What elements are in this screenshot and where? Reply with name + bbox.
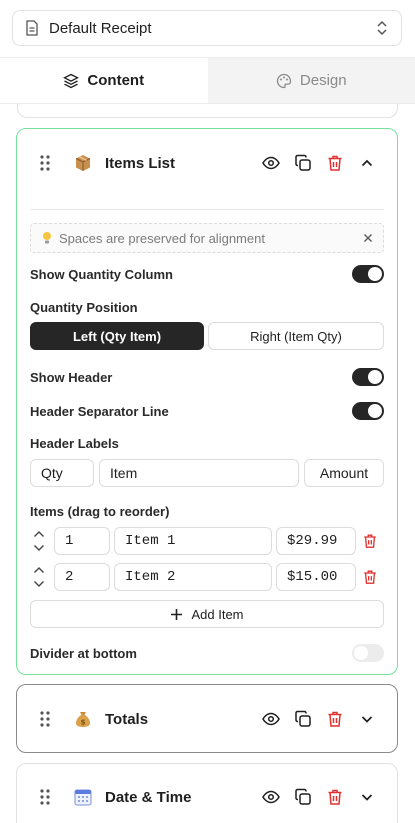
- item-price-input[interactable]: $15.00: [276, 563, 356, 591]
- reorder-arrows: [30, 563, 50, 591]
- receipt-template-select[interactable]: Default Receipt: [12, 10, 402, 46]
- receipt-template-value: Default Receipt: [49, 19, 152, 37]
- header-divider: [30, 209, 384, 210]
- show-header-label: Show Header: [30, 370, 113, 385]
- tab-content[interactable]: Content: [0, 58, 208, 103]
- visibility-button[interactable]: [255, 781, 287, 813]
- move-down-icon[interactable]: [33, 580, 45, 588]
- items-list-header[interactable]: Items List: [17, 129, 397, 197]
- editor-tabs: Content Design: [0, 57, 415, 104]
- items-reorder-label: Items (drag to reorder): [30, 504, 170, 519]
- date-time-card: Date & Time: [16, 763, 398, 823]
- totals-title: Totals: [105, 710, 149, 728]
- tab-content-label: Content: [87, 72, 145, 89]
- remove-item-button[interactable]: [356, 533, 384, 549]
- trash-icon: [328, 711, 342, 727]
- calendar-icon: [74, 789, 92, 806]
- move-down-icon[interactable]: [33, 544, 45, 552]
- quantity-position-right-option[interactable]: Right (Item Qty): [208, 322, 384, 350]
- divider-bottom-label: Divider at bottom: [30, 646, 137, 661]
- lightbulb-icon: [43, 232, 51, 244]
- add-item-button[interactable]: Add Item: [30, 600, 384, 628]
- add-item-label: Add Item: [191, 606, 244, 622]
- totals-card: $ Totals: [16, 684, 398, 753]
- trash-icon: [364, 570, 376, 584]
- previous-card-edge: [17, 104, 398, 118]
- tip-text: Spaces are preserved for alignment: [59, 230, 265, 246]
- item-row: 1 Item 1 $29.99: [30, 527, 384, 555]
- qty-header-input[interactable]: Qty: [30, 459, 94, 487]
- items-list-title: Items List: [105, 154, 176, 172]
- eye-icon: [262, 790, 280, 804]
- trash-icon: [364, 534, 376, 548]
- drag-handle-icon[interactable]: [39, 710, 51, 728]
- amount-header-input[interactable]: Amount: [304, 459, 384, 487]
- reorder-arrows: [30, 527, 50, 555]
- move-up-icon[interactable]: [33, 566, 45, 574]
- item-qty-input[interactable]: 2: [54, 563, 110, 591]
- trash-icon: [328, 155, 342, 171]
- drag-handle-icon[interactable]: [39, 154, 51, 172]
- trash-icon: [328, 789, 342, 805]
- item-row: 2 Item 2 $15.00: [30, 563, 384, 591]
- totals-header[interactable]: $ Totals: [17, 685, 397, 753]
- package-icon: [75, 155, 91, 171]
- eye-icon: [262, 712, 280, 726]
- svg-text:$: $: [81, 719, 86, 727]
- show-header-toggle[interactable]: [352, 368, 384, 386]
- date-time-title: Date & Time: [105, 788, 192, 806]
- delete-button[interactable]: [319, 703, 351, 735]
- item-price-input[interactable]: $29.99: [276, 527, 356, 555]
- item-qty-input[interactable]: 1: [54, 527, 110, 555]
- item-name-input[interactable]: Item 2: [114, 563, 272, 591]
- close-icon[interactable]: [363, 233, 373, 243]
- item-name-input[interactable]: Item 1: [114, 527, 272, 555]
- tab-design[interactable]: Design: [207, 58, 415, 103]
- show-quantity-toggle[interactable]: [352, 265, 384, 283]
- quantity-position-label: Quantity Position: [30, 300, 138, 315]
- move-up-icon[interactable]: [33, 530, 45, 538]
- item-header-input[interactable]: Item: [99, 459, 299, 487]
- chevron-up-down-icon: [377, 20, 387, 36]
- delete-button[interactable]: [319, 781, 351, 813]
- expand-button[interactable]: [351, 781, 383, 813]
- plus-icon: [171, 608, 183, 620]
- quantity-position-left-option[interactable]: Left (Qty Item): [30, 322, 204, 350]
- document-icon: [26, 20, 38, 36]
- copy-icon: [295, 154, 311, 171]
- show-quantity-label: Show Quantity Column: [30, 267, 173, 282]
- header-labels-label: Header Labels: [30, 436, 119, 451]
- items-list-card: Items List Spaces are preserved for alig…: [16, 128, 398, 675]
- copy-icon: [295, 788, 311, 805]
- eye-icon: [262, 156, 280, 170]
- tip-banner: Spaces are preserved for alignment: [30, 223, 384, 253]
- duplicate-button[interactable]: [287, 781, 319, 813]
- copy-icon: [295, 710, 311, 727]
- layers-icon: [63, 73, 80, 88]
- duplicate-button[interactable]: [287, 147, 319, 179]
- tab-design-label: Design: [299, 72, 347, 89]
- header-labels-row: Qty Item Amount: [30, 459, 384, 487]
- chevron-up-icon: [361, 159, 373, 167]
- visibility-button[interactable]: [255, 147, 287, 179]
- expand-button[interactable]: [351, 703, 383, 735]
- divider-bottom-toggle[interactable]: [352, 644, 384, 662]
- chevron-down-icon: [361, 716, 373, 723]
- date-time-header[interactable]: Date & Time: [17, 764, 397, 823]
- chevron-down-icon: [361, 794, 373, 801]
- drag-handle-icon[interactable]: [39, 788, 51, 806]
- header-separator-toggle[interactable]: [352, 402, 384, 420]
- remove-item-button[interactable]: [356, 569, 384, 585]
- header-separator-label: Header Separator Line: [30, 404, 169, 419]
- palette-icon: [276, 73, 292, 88]
- money-bag-icon: $: [76, 712, 90, 727]
- delete-button[interactable]: [319, 147, 351, 179]
- duplicate-button[interactable]: [287, 703, 319, 735]
- visibility-button[interactable]: [255, 703, 287, 735]
- quantity-position-segmented: Left (Qty Item) Right (Item Qty): [30, 322, 384, 350]
- collapse-button[interactable]: [351, 147, 383, 179]
